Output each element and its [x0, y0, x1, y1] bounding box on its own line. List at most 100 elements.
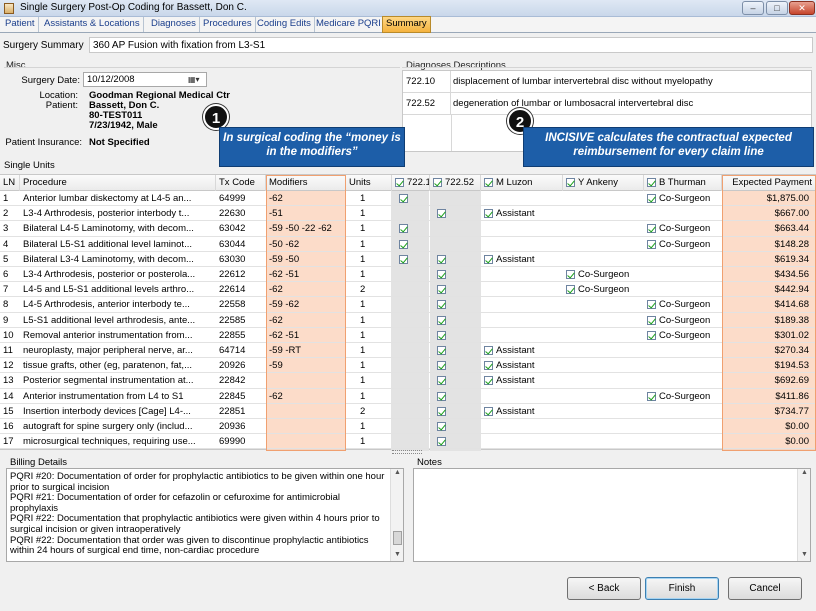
finish-button[interactable]: Finish	[645, 577, 719, 600]
scroll-up-icon[interactable]: ▲	[798, 469, 811, 479]
checkbox-icon[interactable]	[437, 376, 446, 386]
calendar-dropdown-icon[interactable]: ▦▾	[188, 74, 204, 85]
pane-splitter[interactable]	[392, 450, 422, 454]
checkbox-icon[interactable]	[437, 421, 446, 431]
checkbox-icon[interactable]	[484, 346, 493, 355]
column-header-tx[interactable]: Tx Code	[216, 175, 266, 191]
checkbox-icon[interactable]	[437, 406, 446, 416]
billing-scrollbar[interactable]: ▲ ▼	[390, 469, 403, 561]
checkbox-icon[interactable]	[437, 300, 446, 310]
table-row[interactable]: 17 microsurgical techniques, requiring us…	[0, 434, 816, 450]
cell-units[interactable]: 2	[346, 404, 392, 419]
checkbox-icon[interactable]	[566, 178, 575, 187]
diagnosis-row[interactable]: 722.52 degeneration of lumbar or lumbosa…	[403, 93, 811, 115]
checkbox-icon[interactable]	[437, 437, 446, 447]
table-row[interactable]: 3 Bilateral L4-5 Laminotomy, with decom..…	[0, 221, 816, 237]
surgery-summary-field[interactable]: 360 AP Fusion with fixation from L3-S1	[89, 37, 813, 53]
table-row[interactable]: 7 L4-5 and L5-S1 additional levels arthro…	[0, 282, 816, 298]
cell-units[interactable]: 1	[346, 267, 392, 282]
table-row[interactable]: 4 Bilateral L5-S1 additional level lamino…	[0, 237, 816, 252]
checkbox-icon[interactable]	[484, 406, 493, 416]
scroll-thumb[interactable]	[393, 531, 402, 545]
checkbox-icon[interactable]	[437, 254, 446, 264]
cell-units[interactable]: 1	[346, 328, 392, 343]
checkbox-icon[interactable]	[399, 239, 408, 249]
checkbox-icon[interactable]	[647, 224, 656, 234]
tab-coding-edits[interactable]: Coding Edits	[254, 17, 315, 32]
table-row[interactable]: 1 Anterior lumbar diskectomy at L4-5 an..…	[0, 191, 816, 207]
cell-units[interactable]: 2	[346, 282, 392, 297]
table-row[interactable]: 6 L3-4 Arthrodesis, posterior or posterol…	[0, 267, 816, 283]
minimize-button[interactable]: –	[742, 1, 764, 15]
checkbox-icon[interactable]	[399, 224, 408, 234]
checkbox-icon[interactable]	[399, 193, 408, 203]
checkbox-icon[interactable]	[647, 239, 656, 249]
cell-units[interactable]: 1	[346, 419, 392, 434]
scroll-down-icon[interactable]: ▼	[798, 551, 811, 561]
checkbox-icon[interactable]	[647, 178, 656, 187]
notes-textarea[interactable]: ▲ ▼	[413, 468, 811, 562]
cell-units[interactable]: 1	[346, 206, 392, 221]
checkbox-icon[interactable]	[437, 315, 446, 325]
checkbox-icon[interactable]	[437, 391, 446, 401]
table-row[interactable]: 8 L4-5 Arthrodesis, anterior interbody te…	[0, 297, 816, 313]
column-header-units[interactable]: Units	[346, 175, 392, 191]
checkbox-icon[interactable]	[647, 330, 656, 340]
column-header-s2[interactable]: Y Ankeny	[563, 175, 644, 191]
checkbox-icon[interactable]	[647, 391, 656, 401]
scroll-down-icon[interactable]: ▼	[391, 551, 403, 561]
checkbox-icon[interactable]	[484, 178, 493, 187]
tab-patient[interactable]: Patient	[2, 17, 39, 32]
table-row[interactable]: 16 autograft for spine surgery only (incl…	[0, 419, 816, 435]
cell-units[interactable]: 1	[346, 252, 392, 267]
tab-medicare-pqri[interactable]: Medicare PQRI	[313, 17, 385, 32]
tab-diagnoses[interactable]: Diagnoses	[148, 17, 200, 32]
checkbox-icon[interactable]	[437, 269, 446, 279]
notes-scrollbar[interactable]: ▲ ▼	[797, 469, 810, 561]
checkbox-icon[interactable]	[399, 254, 408, 264]
column-header-s3[interactable]: B Thurman	[644, 175, 722, 191]
cell-units[interactable]: 1	[346, 343, 392, 358]
scroll-up-icon[interactable]: ▲	[391, 469, 403, 479]
checkbox-icon[interactable]	[647, 300, 656, 310]
table-row[interactable]: 15 Insertion interbody devices [Cage] L4-…	[0, 404, 816, 419]
tab-assistants-locations[interactable]: Assistants & Locations	[41, 17, 144, 32]
checkbox-icon[interactable]	[437, 285, 446, 295]
table-row[interactable]: 14 Anterior instrumentation from L4 to S1…	[0, 389, 816, 404]
table-row[interactable]: 5 Bilateral L3-4 Laminotomy, with decom..…	[0, 252, 816, 267]
cell-units[interactable]: 1	[346, 313, 392, 328]
checkbox-icon[interactable]	[484, 361, 493, 371]
table-row[interactable]: 10 Removal anterior instrumentation from.…	[0, 328, 816, 343]
checkbox-icon[interactable]	[437, 209, 446, 219]
column-header-d1[interactable]: 722.10	[392, 175, 430, 191]
cell-units[interactable]: 1	[346, 221, 392, 236]
checkbox-icon[interactable]	[647, 315, 656, 325]
cell-units[interactable]: 1	[346, 237, 392, 252]
checkbox-icon[interactable]	[437, 345, 446, 355]
diagnosis-row[interactable]: 722.10 displacement of lumbar interverte…	[403, 71, 811, 93]
checkbox-icon[interactable]	[437, 330, 446, 340]
checkbox-icon[interactable]	[647, 194, 656, 203]
tab-procedures[interactable]: Procedures	[200, 17, 256, 32]
close-button[interactable]: ✕	[789, 1, 815, 15]
checkbox-icon[interactable]	[484, 209, 493, 219]
checkbox-icon[interactable]	[433, 178, 442, 187]
checkbox-icon[interactable]	[395, 178, 404, 187]
cancel-button[interactable]: Cancel	[728, 577, 802, 600]
cell-units[interactable]: 1	[346, 373, 392, 388]
checkbox-icon[interactable]	[566, 285, 575, 295]
column-header-s1[interactable]: M Luzon	[481, 175, 563, 191]
table-row[interactable]: 11 neuroplasty, major peripheral nerve, a…	[0, 343, 816, 359]
billing-details-box[interactable]: PQRI #20: Documentation of order for pro…	[6, 468, 404, 562]
checkbox-icon[interactable]	[484, 376, 493, 386]
cell-units[interactable]: 1	[346, 434, 392, 449]
table-row[interactable]: 13 Posterior segmental instrumentation at…	[0, 373, 816, 389]
maximize-button[interactable]: □	[766, 1, 788, 15]
column-header-procedure[interactable]: Procedure	[20, 175, 216, 191]
table-row[interactable]: 2 L3-4 Arthrodesis, posterior interbody t…	[0, 206, 816, 222]
column-header-ln[interactable]: LN	[0, 175, 20, 191]
column-header-d2[interactable]: 722.52	[430, 175, 481, 191]
back-button[interactable]: < Back	[567, 577, 641, 600]
cell-units[interactable]: 1	[346, 297, 392, 312]
cell-units[interactable]: 1	[346, 389, 392, 404]
